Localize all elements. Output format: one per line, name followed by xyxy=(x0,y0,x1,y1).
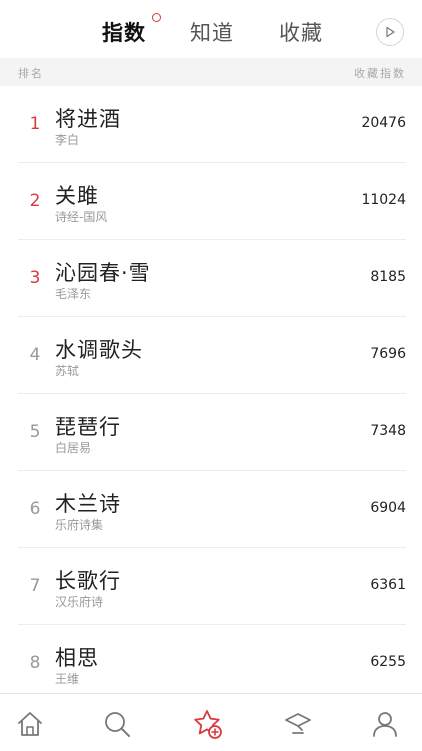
search-icon xyxy=(105,712,130,737)
poem-title: 沁园春·雪 xyxy=(55,261,151,285)
list-item[interactable]: 1 将进酒 李白 20476 xyxy=(0,86,422,163)
nav-learn-button[interactable] xyxy=(282,708,314,740)
poem-ranking-list: 1 将进酒 李白 20476 2 关雎 诗经-国风 11024 3 沁园春·雪 … xyxy=(0,86,422,702)
poem-title: 关雎 xyxy=(55,184,99,208)
poem-author: 白居易 xyxy=(55,441,92,455)
poem-title: 相思 xyxy=(55,646,99,670)
rank-number: 1 xyxy=(29,114,41,134)
list-item[interactable]: 2 关雎 诗经-国风 11024 xyxy=(0,163,422,240)
poem-author: 毛泽东 xyxy=(55,287,92,301)
poem-author: 苏轼 xyxy=(55,364,80,378)
poem-author: 王维 xyxy=(55,672,80,686)
favorite-score: 7348 xyxy=(370,423,406,439)
poem-title: 水调歌头 xyxy=(55,338,143,362)
list-item[interactable]: 7 长歌行 汉乐府诗 6361 xyxy=(0,548,422,625)
favorite-score: 8185 xyxy=(370,269,406,285)
favorite-score: 20476 xyxy=(361,115,406,131)
hat-icon xyxy=(285,713,311,734)
nav-favorites-button[interactable] xyxy=(192,708,224,740)
poem-author: 李白 xyxy=(55,133,80,147)
top-tab-bar: 指数 知道 收藏 xyxy=(0,0,422,58)
rank-number: 7 xyxy=(29,576,41,596)
list-item[interactable]: 3 沁园春·雪 毛泽东 8185 xyxy=(0,240,422,317)
favorite-score: 11024 xyxy=(361,192,406,208)
favorite-score: 6361 xyxy=(370,577,406,593)
rank-number: 4 xyxy=(29,345,41,365)
star-plus-icon xyxy=(194,710,222,739)
tab-know[interactable]: 知道 xyxy=(190,18,234,48)
list-item[interactable]: 6 木兰诗 乐府诗集 6904 xyxy=(0,471,422,548)
rank-number: 8 xyxy=(29,653,41,673)
poem-title: 琵琶行 xyxy=(55,415,121,439)
ranking-header: 排名 收藏指数 xyxy=(0,58,422,86)
home-icon xyxy=(18,712,42,736)
poem-title: 长歌行 xyxy=(55,569,121,593)
poem-title: 将进酒 xyxy=(55,107,121,131)
play-icon xyxy=(386,26,395,38)
list-item[interactable]: 8 相思 王维 6255 xyxy=(0,625,422,702)
rank-number: 2 xyxy=(29,191,41,211)
favorite-score: 6904 xyxy=(370,500,406,516)
poem-author: 汉乐府诗 xyxy=(55,595,104,609)
score-column-label: 收藏指数 xyxy=(354,67,406,80)
rank-number: 5 xyxy=(29,422,41,442)
list-item[interactable]: 4 水调歌头 苏轼 7696 xyxy=(0,317,422,394)
favorite-score: 6255 xyxy=(370,654,406,670)
list-item[interactable]: 5 琵琶行 白居易 7348 xyxy=(0,394,422,471)
poem-author: 诗经-国风 xyxy=(55,210,108,224)
poem-author: 乐府诗集 xyxy=(55,518,104,532)
nav-user-button[interactable] xyxy=(369,708,401,740)
bottom-nav-bar xyxy=(0,693,422,751)
nav-home-button[interactable] xyxy=(14,708,46,740)
rank-number: 3 xyxy=(29,268,41,288)
tab-favorites[interactable]: 收藏 xyxy=(279,18,323,48)
user-icon xyxy=(373,712,397,737)
nav-search-button[interactable] xyxy=(101,708,133,740)
tab-index[interactable]: 指数 xyxy=(102,18,146,48)
rank-column-label: 排名 xyxy=(18,67,44,80)
play-button[interactable] xyxy=(376,18,404,46)
poem-title: 木兰诗 xyxy=(55,492,121,516)
rank-number: 6 xyxy=(29,499,41,519)
favorite-score: 7696 xyxy=(370,346,406,362)
notification-dot-icon xyxy=(152,13,161,22)
